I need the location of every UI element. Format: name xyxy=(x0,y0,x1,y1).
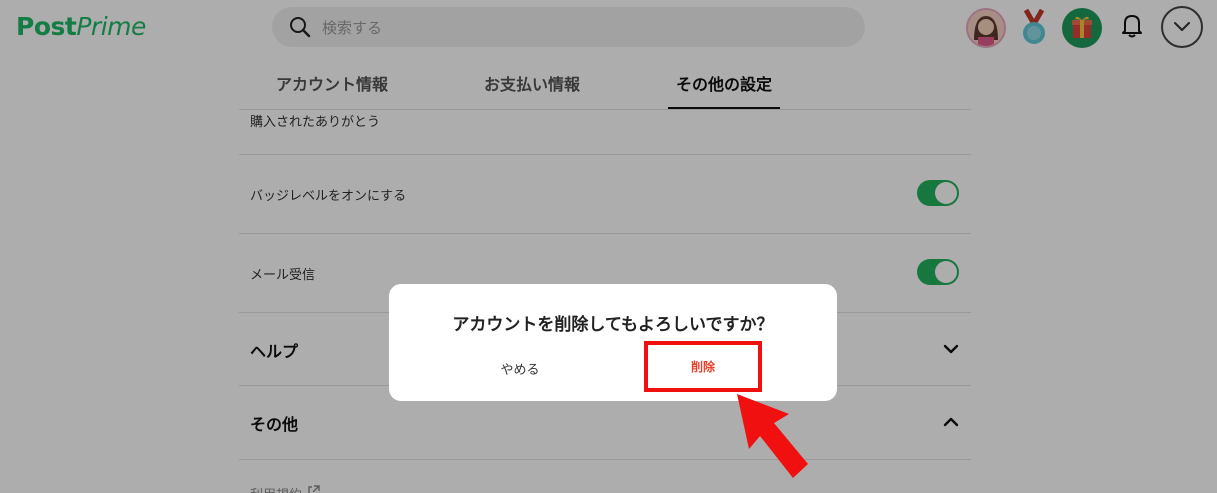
cancel-button[interactable]: やめる xyxy=(480,356,560,380)
delete-account-dialog: アカウントを削除してもよろしいですか？ やめる 削除 xyxy=(389,284,837,401)
dialog-message: アカウントを削除してもよろしいですか？ xyxy=(452,315,774,335)
modal-overlay[interactable] xyxy=(0,0,1217,493)
delete-button[interactable]: 削除 xyxy=(644,341,762,392)
red-arrow-annotation xyxy=(737,394,808,478)
